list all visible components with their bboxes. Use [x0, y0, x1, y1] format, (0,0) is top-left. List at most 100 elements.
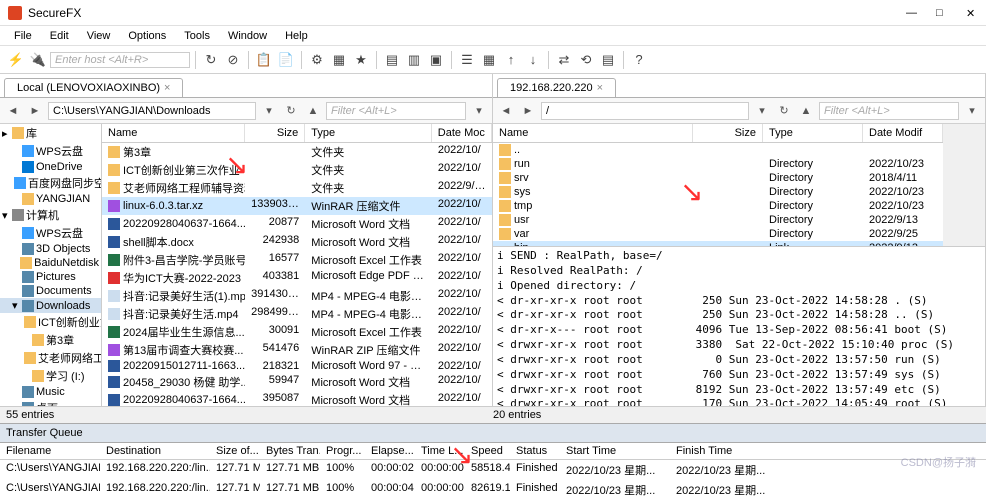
tree-item[interactable]: 3D Objects: [0, 242, 101, 256]
file-row[interactable]: varDirectory2022/9/25: [493, 227, 943, 241]
close-button[interactable]: ✕: [966, 7, 978, 19]
filter-input[interactable]: Filter <Alt+L>: [326, 102, 466, 120]
file-row[interactable]: 抖音:记录美好生活(1).mp439143091MP4 - MPEG-4 电影文…: [102, 287, 492, 305]
bookmark-icon[interactable]: ★: [351, 50, 371, 70]
tree-item[interactable]: Music: [0, 385, 101, 399]
file-row[interactable]: ICT创新创业第三次作业文件夹2022/10/: [102, 161, 492, 179]
folder-tree[interactable]: ▸库WPS云盘OneDrive百度网盘同步空间YANGJIAN▾计算机WPS云盘…: [0, 124, 102, 406]
file-row[interactable]: 20220915012711-1663...218321Microsoft Wo…: [102, 359, 492, 373]
file-row[interactable]: linux-6.0.3.tar.xz133903496WinRAR 压缩文件20…: [102, 197, 492, 215]
menu-file[interactable]: File: [6, 28, 40, 44]
tree-item[interactable]: 学习 (I:): [0, 367, 101, 385]
dropdown-icon[interactable]: ▾: [260, 102, 278, 120]
disconnect-icon[interactable]: ⊘: [223, 50, 243, 70]
file-row[interactable]: sysDirectory2022/10/23: [493, 185, 943, 199]
menu-edit[interactable]: Edit: [42, 28, 77, 44]
tree-item[interactable]: WPS云盘: [0, 224, 101, 242]
log-icon[interactable]: ▤: [598, 50, 618, 70]
dropdown-icon[interactable]: ▾: [470, 102, 488, 120]
dropdown-icon[interactable]: ▾: [963, 102, 981, 120]
tileh-icon[interactable]: ▥: [404, 50, 424, 70]
refresh-icon[interactable]: ↻: [282, 102, 300, 120]
file-row[interactable]: 附件3-昌吉学院-学员账号...16577Microsoft Excel 工作表…: [102, 251, 492, 269]
tree-item[interactable]: ▸库: [0, 124, 101, 142]
tree-item[interactable]: 第3章: [0, 331, 101, 349]
tq-col[interactable]: Speed: [465, 443, 510, 459]
session-icon[interactable]: ▦: [329, 50, 349, 70]
tree-item[interactable]: Pictures: [0, 270, 101, 284]
tq-col[interactable]: Progr...: [320, 443, 365, 459]
cascade-icon[interactable]: ▣: [426, 50, 446, 70]
transfer-row[interactable]: C:\Users\YANGJIAN\Downl...192.168.220.22…: [0, 480, 986, 500]
up-icon[interactable]: ▲: [797, 102, 815, 120]
file-row[interactable]: 20220928040637-1664...20877Microsoft Wor…: [102, 215, 492, 233]
list-icon[interactable]: ☰: [457, 50, 477, 70]
col-size[interactable]: Size: [693, 124, 763, 142]
remote-tab[interactable]: 192.168.220.220×: [497, 78, 616, 97]
col-type[interactable]: Type: [763, 124, 863, 142]
menu-tools[interactable]: Tools: [176, 28, 218, 44]
minimize-button[interactable]: —: [906, 7, 918, 19]
maximize-button[interactable]: □: [936, 7, 948, 19]
tree-item[interactable]: ▾计算机: [0, 206, 101, 224]
file-row[interactable]: 抖音:记录美好生活.mp429849947MP4 - MPEG-4 电影文件20…: [102, 305, 492, 323]
file-row[interactable]: tmpDirectory2022/10/23: [493, 199, 943, 213]
options-icon[interactable]: ⚙: [307, 50, 327, 70]
up-icon[interactable]: ▲: [304, 102, 322, 120]
col-size[interactable]: Size: [245, 124, 305, 142]
file-row[interactable]: 20458_29030 杨健 助学...59947Microsoft Word …: [102, 373, 492, 391]
host-input[interactable]: Enter host <Alt+R>: [50, 52, 190, 68]
tree-item[interactable]: ▾Downloads: [0, 298, 101, 313]
file-row[interactable]: runDirectory2022/10/23: [493, 157, 943, 171]
file-row[interactable]: usrDirectory2022/9/13: [493, 213, 943, 227]
tq-col[interactable]: Bytes Tran...: [260, 443, 320, 459]
transfer-icon[interactable]: ⇄: [554, 50, 574, 70]
file-row[interactable]: 2024届毕业生生源信息...30091Microsoft Excel 工作表2…: [102, 323, 492, 341]
col-type[interactable]: Type: [305, 124, 432, 142]
reconnect-icon[interactable]: ↻: [201, 50, 221, 70]
tree-item[interactable]: YANGJIAN: [0, 192, 101, 206]
tree-item[interactable]: Documents: [0, 284, 101, 298]
tq-col[interactable]: Destination: [100, 443, 210, 459]
back-icon[interactable]: ◄: [497, 102, 515, 120]
details-icon[interactable]: ▦: [479, 50, 499, 70]
file-row[interactable]: 20220928040637-1664...395087Microsoft Wo…: [102, 391, 492, 406]
tile-icon[interactable]: ▤: [382, 50, 402, 70]
file-row[interactable]: 艾老师网络工程师辅导资料文件夹2022/9/25: [102, 179, 492, 197]
file-row[interactable]: 华为ICT大赛-2022-2023 ...403381Microsoft Edg…: [102, 269, 492, 287]
local-tab[interactable]: Local (LENOVOXIAOXINBO)×: [4, 78, 183, 97]
file-row[interactable]: srvDirectory2018/4/11: [493, 171, 943, 185]
fwd-icon[interactable]: ►: [519, 102, 537, 120]
col-name[interactable]: Name: [493, 124, 693, 142]
transfer-queue-header[interactable]: Transfer Queue: [0, 423, 986, 443]
file-row[interactable]: shell脚本.docx242938Microsoft Word 文档2022/…: [102, 233, 492, 251]
copy-icon[interactable]: 📋: [254, 50, 274, 70]
menu-view[interactable]: View: [79, 28, 119, 44]
connect-icon[interactable]: ⚡: [6, 50, 26, 70]
close-icon[interactable]: ×: [164, 82, 170, 94]
transfer-row[interactable]: C:\Users\YANGJIAN\Downl...192.168.220.22…: [0, 460, 986, 480]
sync-icon[interactable]: ⟲: [576, 50, 596, 70]
tq-col[interactable]: Elapse...: [365, 443, 415, 459]
filter-input[interactable]: Filter <Alt+L>: [819, 102, 959, 120]
file-row[interactable]: ..: [493, 143, 943, 157]
tree-item[interactable]: 桌面: [0, 399, 101, 406]
back-icon[interactable]: ◄: [4, 102, 22, 120]
fwd-icon[interactable]: ►: [26, 102, 44, 120]
menu-help[interactable]: Help: [277, 28, 316, 44]
tree-item[interactable]: WPS云盘: [0, 142, 101, 160]
tree-item[interactable]: ICT创新创业第: [0, 313, 101, 331]
tq-col[interactable]: Filename: [0, 443, 100, 459]
menu-window[interactable]: Window: [220, 28, 275, 44]
close-icon[interactable]: ×: [597, 82, 603, 94]
tq-col[interactable]: Finish Time: [670, 443, 780, 459]
tree-item[interactable]: OneDrive: [0, 160, 101, 174]
col-date[interactable]: Date Moc: [432, 124, 492, 142]
file-row[interactable]: 第13届市调查大赛校赛...541476WinRAR ZIP 压缩文件2022/…: [102, 341, 492, 359]
quick-connect-icon[interactable]: 🔌: [28, 50, 48, 70]
tree-item[interactable]: 百度网盘同步空间: [0, 174, 101, 192]
tq-col[interactable]: Size of...: [210, 443, 260, 459]
file-row[interactable]: 第3章文件夹2022/10/: [102, 143, 492, 161]
sort-asc-icon[interactable]: ↑: [501, 50, 521, 70]
help-icon[interactable]: ?: [629, 50, 649, 70]
